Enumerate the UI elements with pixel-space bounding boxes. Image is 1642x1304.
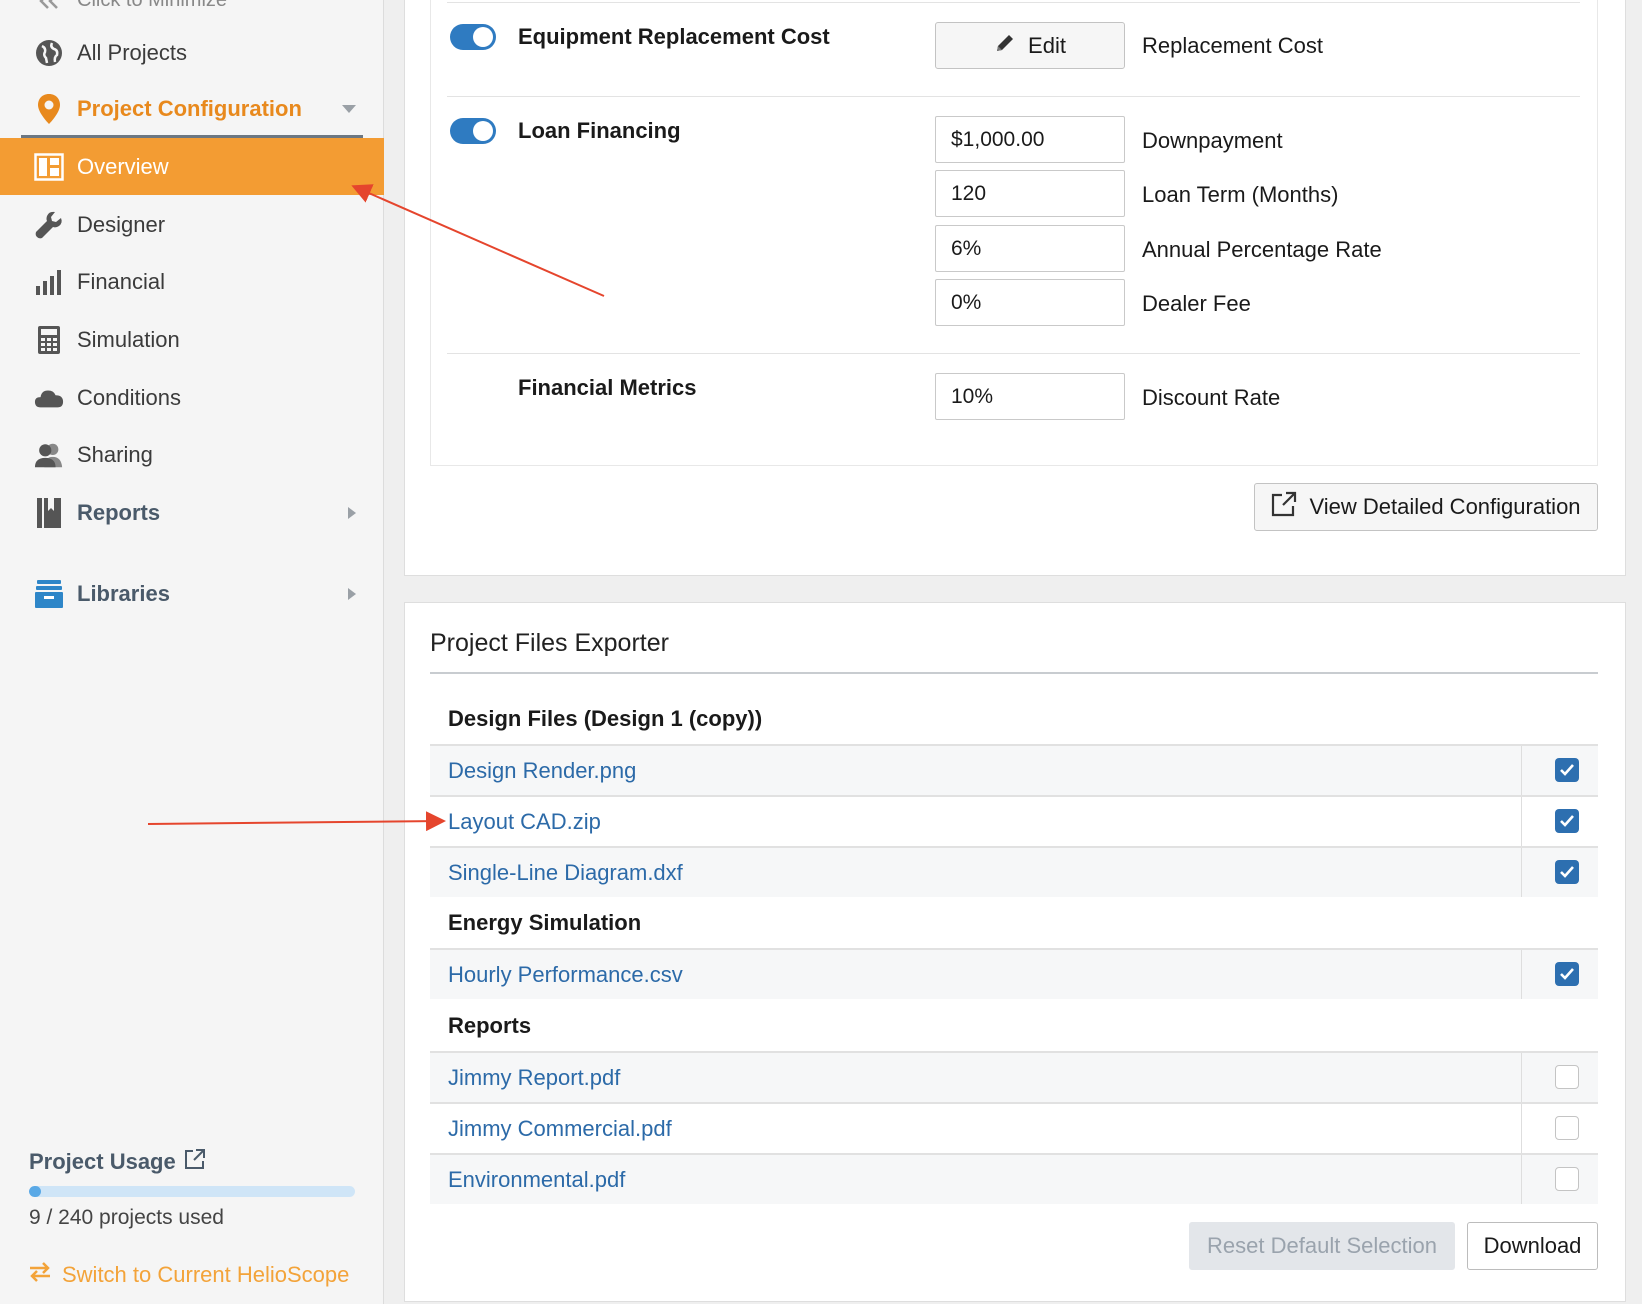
sidebar-item-label: Financial bbox=[77, 268, 166, 294]
cloud-icon bbox=[34, 383, 64, 413]
sidebar-item-simulation[interactable]: Simulation bbox=[0, 311, 384, 368]
sidebar-item-label: Project Configuration bbox=[77, 95, 302, 121]
project-usage-title[interactable]: Project Usage bbox=[29, 1148, 206, 1176]
sidebar-item-reports[interactable]: Reports bbox=[0, 484, 384, 541]
switch-helioscope-link[interactable]: Switch to Current HelioScope bbox=[28, 1261, 349, 1289]
bar-chart-icon bbox=[34, 267, 64, 297]
dealer-fee-label: Dealer Fee bbox=[1142, 291, 1251, 316]
replacement-cost-label: Replacement Cost bbox=[1142, 33, 1323, 58]
chevron-right-icon bbox=[348, 506, 356, 519]
switch-helioscope-label: Switch to Current HelioScope bbox=[62, 1262, 350, 1287]
file-row: Layout CAD.zip bbox=[430, 795, 1598, 846]
apr-input[interactable] bbox=[935, 225, 1125, 272]
downpayment-label: Downpayment bbox=[1142, 128, 1283, 153]
reset-default-selection-button[interactable]: Reset Default Selection bbox=[1189, 1222, 1455, 1270]
sidebar-item-sharing[interactable]: Sharing bbox=[0, 426, 384, 483]
loan-financing-toggle[interactable] bbox=[450, 118, 496, 144]
book-icon bbox=[34, 497, 64, 528]
divider bbox=[447, 96, 1580, 97]
sidebar-minimize-label: Click to Minimize bbox=[77, 0, 228, 11]
file-link[interactable]: Jimmy Commercial.pdf bbox=[448, 1116, 672, 1142]
file-checkbox[interactable] bbox=[1555, 1065, 1579, 1089]
usage-progress-fill bbox=[29, 1186, 42, 1197]
users-icon bbox=[34, 440, 64, 470]
file-row: Design Render.png bbox=[430, 744, 1598, 795]
apr-label: Annual Percentage Rate bbox=[1142, 237, 1382, 262]
file-row: Single-Line Diagram.dxf bbox=[430, 846, 1598, 897]
sidebar-item-label: Sharing bbox=[77, 441, 153, 467]
usage-progress-bar bbox=[29, 1186, 355, 1197]
dealer-fee-input[interactable] bbox=[935, 279, 1125, 326]
group-title-design-files: Design Files (Design 1 (copy)) bbox=[448, 706, 763, 731]
sidebar-item-conditions[interactable]: Conditions bbox=[0, 369, 384, 426]
downpayment-input[interactable] bbox=[935, 116, 1125, 163]
view-detailed-configuration-button[interactable]: View Detailed Configuration bbox=[1254, 483, 1598, 531]
equipment-replacement-toggle[interactable] bbox=[450, 24, 496, 50]
sidebar-item-label: Designer bbox=[77, 211, 166, 237]
external-link-icon bbox=[1271, 491, 1297, 523]
loan-financing-title: Loan Financing bbox=[518, 118, 681, 143]
title-underline bbox=[430, 672, 1598, 674]
file-link[interactable]: Jimmy Report.pdf bbox=[448, 1065, 620, 1091]
file-link[interactable]: Hourly Performance.csv bbox=[448, 962, 683, 988]
sidebar-item-financial[interactable]: Financial bbox=[0, 253, 384, 310]
file-checkbox[interactable] bbox=[1555, 860, 1579, 884]
file-checkbox[interactable] bbox=[1555, 758, 1579, 782]
edit-replacement-cost-button[interactable]: Edit bbox=[935, 22, 1125, 69]
sidebar-item-label: Reports bbox=[77, 499, 161, 525]
map-pin-icon bbox=[34, 93, 64, 124]
sidebar-item-libraries[interactable]: Libraries bbox=[0, 565, 384, 622]
globe-icon bbox=[34, 38, 64, 68]
double-chevron-left-icon bbox=[34, 0, 64, 16]
external-link-icon bbox=[184, 1148, 206, 1176]
sidebar-item-overview[interactable]: Overview bbox=[0, 138, 384, 195]
view-detailed-configuration-label: View Detailed Configuration bbox=[1309, 494, 1581, 519]
file-row: Jimmy Commercial.pdf bbox=[430, 1102, 1598, 1153]
pencil-icon bbox=[994, 32, 1016, 60]
edit-button-label: Edit bbox=[1028, 32, 1066, 58]
group-title-energy-simulation: Energy Simulation bbox=[448, 910, 642, 935]
sidebar: Click to Minimize All Projects Project C… bbox=[0, 0, 384, 1304]
sidebar-item-label: Conditions bbox=[77, 384, 181, 410]
files-panel-title: Project Files Exporter bbox=[430, 629, 669, 657]
download-button[interactable]: Download bbox=[1467, 1222, 1598, 1270]
swap-arrows-icon bbox=[28, 1261, 52, 1289]
file-link[interactable]: Environmental.pdf bbox=[448, 1167, 625, 1193]
sidebar-item-label: All Projects bbox=[77, 39, 188, 65]
file-link[interactable]: Layout CAD.zip bbox=[448, 809, 601, 835]
file-checkbox[interactable] bbox=[1555, 809, 1579, 833]
financial-metrics-title: Financial Metrics bbox=[518, 375, 697, 400]
project-usage-label: Project Usage bbox=[29, 1149, 176, 1174]
sidebar-item-label: Simulation bbox=[77, 326, 180, 352]
file-row: Jimmy Report.pdf bbox=[430, 1051, 1598, 1102]
chevron-right-icon bbox=[348, 587, 356, 600]
sidebar-item-designer[interactable]: Designer bbox=[0, 196, 384, 253]
divider bbox=[447, 353, 1580, 354]
loan-term-input[interactable] bbox=[935, 170, 1125, 217]
file-link[interactable]: Design Render.png bbox=[448, 758, 636, 784]
group-title-reports: Reports bbox=[448, 1013, 532, 1038]
sidebar-item-label: Libraries bbox=[77, 580, 170, 606]
sidebar-item-project-configuration[interactable]: Project Configuration bbox=[0, 80, 384, 137]
file-checkbox[interactable] bbox=[1555, 1116, 1579, 1140]
discount-rate-input[interactable] bbox=[935, 373, 1125, 420]
divider bbox=[447, 2, 1580, 3]
file-checkbox[interactable] bbox=[1555, 962, 1579, 986]
file-link[interactable]: Single-Line Diagram.dxf bbox=[448, 860, 683, 886]
loan-term-label: Loan Term (Months) bbox=[1142, 182, 1339, 207]
file-checkbox[interactable] bbox=[1555, 1167, 1579, 1191]
usage-text: 9 / 240 projects used bbox=[29, 1206, 224, 1229]
sidebar-item-all-projects[interactable]: All Projects bbox=[0, 24, 384, 81]
sidebar-item-label: Overview bbox=[77, 153, 169, 179]
chevron-down-icon bbox=[342, 104, 356, 113]
dashboard-icon bbox=[34, 152, 64, 182]
file-row: Hourly Performance.csv bbox=[430, 948, 1598, 999]
file-row: Environmental.pdf bbox=[430, 1153, 1598, 1204]
wrench-icon bbox=[34, 210, 64, 240]
calculator-icon bbox=[34, 325, 64, 355]
equipment-replacement-title: Equipment Replacement Cost bbox=[518, 24, 830, 49]
archive-icon bbox=[34, 579, 64, 609]
discount-rate-label: Discount Rate bbox=[1142, 385, 1281, 410]
